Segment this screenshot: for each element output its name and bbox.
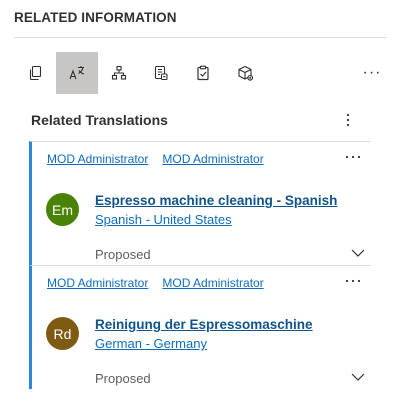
tab-hierarchy[interactable] (98, 52, 140, 94)
status-label: Proposed (95, 371, 151, 386)
translation-title-link[interactable]: Espresso machine cleaning - Spanish (95, 193, 337, 208)
translation-card: MOD Administrator MOD Administrator Em E… (29, 141, 371, 265)
avatar: Rd (46, 317, 79, 350)
document-list-icon (153, 65, 169, 81)
language-link[interactable]: German - Germany (95, 336, 207, 351)
card-more-button[interactable] (343, 148, 363, 162)
tab-tasks[interactable] (182, 52, 224, 94)
panel-header: RELATED INFORMATION (14, 10, 177, 25)
card-more-button[interactable] (343, 272, 363, 286)
owner-link[interactable]: MOD Administrator (162, 152, 263, 166)
tab-documents[interactable] (140, 52, 182, 94)
avatar: Em (46, 193, 79, 226)
translation-card: MOD Administrator MOD Administrator Rd R… (29, 265, 371, 389)
expand-button[interactable] (349, 370, 367, 384)
chevron-down-icon (351, 244, 365, 262)
tab-translations[interactable] (56, 52, 98, 94)
tab-copy[interactable] (14, 52, 56, 94)
hierarchy-icon (111, 65, 127, 81)
toolbar-more-button[interactable]: ··· (357, 52, 387, 94)
copy-icon (27, 65, 43, 81)
owner-link[interactable]: MOD Administrator (162, 276, 263, 290)
product-box-icon (237, 65, 254, 82)
section-more-button[interactable] (338, 110, 358, 134)
related-toolbar: ··· (14, 52, 387, 94)
header-divider (14, 37, 387, 38)
owner-link[interactable]: MOD Administrator (47, 152, 148, 166)
expand-button[interactable] (349, 246, 367, 260)
chevron-down-icon (351, 368, 365, 386)
vertical-ellipsis-icon (346, 113, 350, 132)
section-title: Related Translations (31, 112, 168, 128)
more-icon (345, 270, 361, 288)
status-label: Proposed (95, 247, 151, 262)
owner-link[interactable]: MOD Administrator (47, 276, 148, 290)
more-icon (345, 146, 361, 164)
card-owners: MOD Administrator MOD Administrator (47, 276, 264, 290)
clipboard-check-icon (195, 65, 211, 81)
card-owners: MOD Administrator MOD Administrator (47, 152, 264, 166)
tab-products[interactable] (224, 52, 266, 94)
translate-icon (68, 64, 86, 82)
translation-title-link[interactable]: Reinigung der Espressomaschine (95, 317, 313, 332)
language-link[interactable]: Spanish - United States (95, 212, 232, 227)
